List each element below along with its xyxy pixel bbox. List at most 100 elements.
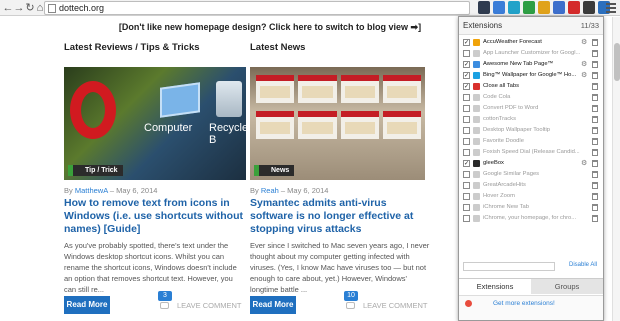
article-image[interactable]: Computer Recycle B Tip / Trick — [64, 67, 246, 180]
trash-icon[interactable] — [592, 105, 598, 112]
extension-row[interactable]: ✓ Bing™ Wallpaper for Google™ Ho... ⚙ — [459, 71, 603, 82]
trash-icon[interactable] — [592, 182, 598, 189]
ext-icon-6[interactable] — [553, 1, 565, 14]
extension-row[interactable]: ✓ AccuWeather Forecast ⚙ — [459, 38, 603, 49]
extension-checkbox[interactable] — [463, 116, 470, 123]
category-tag[interactable]: Tip / Trick — [68, 165, 123, 176]
extension-checkbox[interactable]: ✓ — [463, 160, 470, 167]
computer-icon — [160, 82, 200, 118]
article-headline[interactable]: Symantec admits anti-virus software is n… — [250, 197, 430, 236]
extensions-popup: Extensions 11/33 ✓ AccuWeather Forecast ⚙ A… — [458, 16, 604, 321]
trash-icon[interactable] — [592, 171, 598, 178]
recycle-bin-label: Recycle B — [209, 122, 246, 146]
extension-checkbox[interactable] — [463, 204, 470, 211]
ext-icon-3[interactable] — [508, 1, 520, 14]
trash-icon[interactable] — [592, 50, 598, 57]
extension-checkbox[interactable]: ✓ — [463, 39, 470, 46]
trash-icon[interactable] — [592, 39, 598, 46]
trash-icon[interactable] — [592, 116, 598, 123]
product-shelf — [256, 111, 421, 139]
extension-checkbox[interactable] — [463, 149, 470, 156]
trash-icon[interactable] — [592, 72, 598, 79]
extension-name: Favorite Doodle — [483, 138, 524, 144]
trash-icon[interactable] — [592, 204, 598, 211]
ext-icon-5[interactable] — [538, 1, 550, 14]
scrollbar-thumb[interactable] — [614, 43, 620, 81]
trash-icon[interactable] — [592, 61, 598, 68]
gear-icon[interactable]: ⚙ — [581, 159, 587, 168]
extension-icon — [473, 94, 480, 101]
tab-extensions[interactable]: Extensions — [459, 279, 531, 294]
ext-icon-2[interactable] — [493, 1, 505, 14]
extension-checkbox[interactable] — [463, 138, 470, 145]
leave-comment-link[interactable]: LEAVE COMMENT — [346, 301, 427, 310]
extension-checkbox[interactable] — [463, 94, 470, 101]
extension-icon — [473, 50, 480, 57]
extension-row[interactable]: GreatArcadeHits — [459, 181, 603, 192]
trash-icon[interactable] — [592, 94, 598, 101]
extension-row[interactable]: Favorite Doodle — [459, 137, 603, 148]
extension-checkbox[interactable] — [463, 171, 470, 178]
article-image[interactable]: News — [250, 67, 425, 180]
leave-comment-link[interactable]: LEAVE COMMENT — [160, 301, 241, 310]
author-link[interactable]: MatthewA — [75, 186, 108, 195]
extension-checkbox[interactable]: ✓ — [463, 83, 470, 90]
get-more-extensions-link[interactable]: Get more extensions! — [493, 300, 555, 307]
extension-row[interactable]: ✓ Awesome New Tab Page™ ⚙ — [459, 60, 603, 71]
extension-checkbox[interactable]: ✓ — [463, 61, 470, 68]
extension-row[interactable]: Hover Zoom — [459, 192, 603, 203]
extension-checkbox[interactable]: ✓ — [463, 72, 470, 79]
disable-all-link[interactable]: Disable All — [569, 262, 597, 268]
extension-row[interactable]: Foxish Speed Dial (Release Candid... — [459, 148, 603, 159]
article-date: – May 6, 2014 — [280, 186, 329, 195]
trash-icon[interactable] — [592, 193, 598, 200]
trash-icon[interactable] — [592, 215, 598, 222]
article-meta: By MatthewA – May 6, 2014 — [64, 186, 158, 195]
page-scrollbar[interactable] — [612, 17, 620, 321]
extension-row[interactable]: Google Similar Pages — [459, 170, 603, 181]
extension-checkbox[interactable] — [463, 50, 470, 57]
trash-icon[interactable] — [592, 138, 598, 145]
extension-checkbox[interactable] — [463, 105, 470, 112]
comment-count-badge: 3 — [158, 291, 172, 301]
extension-icon — [473, 193, 480, 200]
extension-checkbox[interactable] — [463, 215, 470, 222]
address-bar-url: dottech.org — [59, 3, 105, 13]
read-more-button[interactable]: Read More — [64, 296, 110, 314]
ext-icon-8[interactable] — [583, 1, 595, 14]
extension-checkbox[interactable] — [463, 127, 470, 134]
news-section-title: Latest News — [250, 42, 306, 53]
extension-checkbox[interactable] — [463, 193, 470, 200]
extension-filter-input[interactable] — [463, 262, 555, 271]
article-headline[interactable]: How to remove text from icons in Windows… — [64, 197, 244, 236]
author-link[interactable]: Reah — [261, 186, 279, 195]
trash-icon[interactable] — [592, 127, 598, 134]
gear-icon[interactable]: ⚙ — [581, 38, 587, 47]
trash-icon[interactable] — [592, 83, 598, 90]
tab-groups[interactable]: Groups — [531, 279, 603, 294]
extension-row[interactable]: iChrome, your homepage, for chro... — [459, 214, 603, 225]
popup-header: Extensions 11/33 — [459, 17, 603, 35]
gear-icon[interactable]: ⚙ — [581, 71, 587, 80]
extension-row[interactable]: ✓ Close all Tabs — [459, 82, 603, 93]
extension-icon — [473, 127, 480, 134]
extension-checkbox[interactable] — [463, 182, 470, 189]
trash-icon[interactable] — [592, 160, 598, 167]
extension-row[interactable]: ✓ gleeBox ⚙ — [459, 159, 603, 170]
category-tag[interactable]: News — [254, 165, 295, 176]
ext-icon-7[interactable] — [568, 1, 580, 14]
trash-icon[interactable] — [592, 149, 598, 156]
ext-icon-1[interactable] — [478, 1, 490, 14]
extension-row[interactable]: iChrome New Tab — [459, 203, 603, 214]
address-bar[interactable]: dottech.org — [44, 1, 470, 15]
ext-icon-4[interactable] — [523, 1, 535, 14]
gear-icon[interactable]: ⚙ — [581, 60, 587, 69]
extension-row[interactable]: Code Cola — [459, 93, 603, 104]
extension-row[interactable]: cottonTracks — [459, 115, 603, 126]
extension-row[interactable]: Convert PDF to Word — [459, 104, 603, 115]
read-more-button[interactable]: Read More — [250, 296, 296, 314]
extension-row[interactable]: App Launcher Customizer for Googl... — [459, 49, 603, 60]
popup-footer: Get more extensions! — [459, 295, 603, 320]
extension-row[interactable]: Desktop Wallpaper Tooltip — [459, 126, 603, 137]
menu-icon[interactable] — [606, 3, 616, 13]
